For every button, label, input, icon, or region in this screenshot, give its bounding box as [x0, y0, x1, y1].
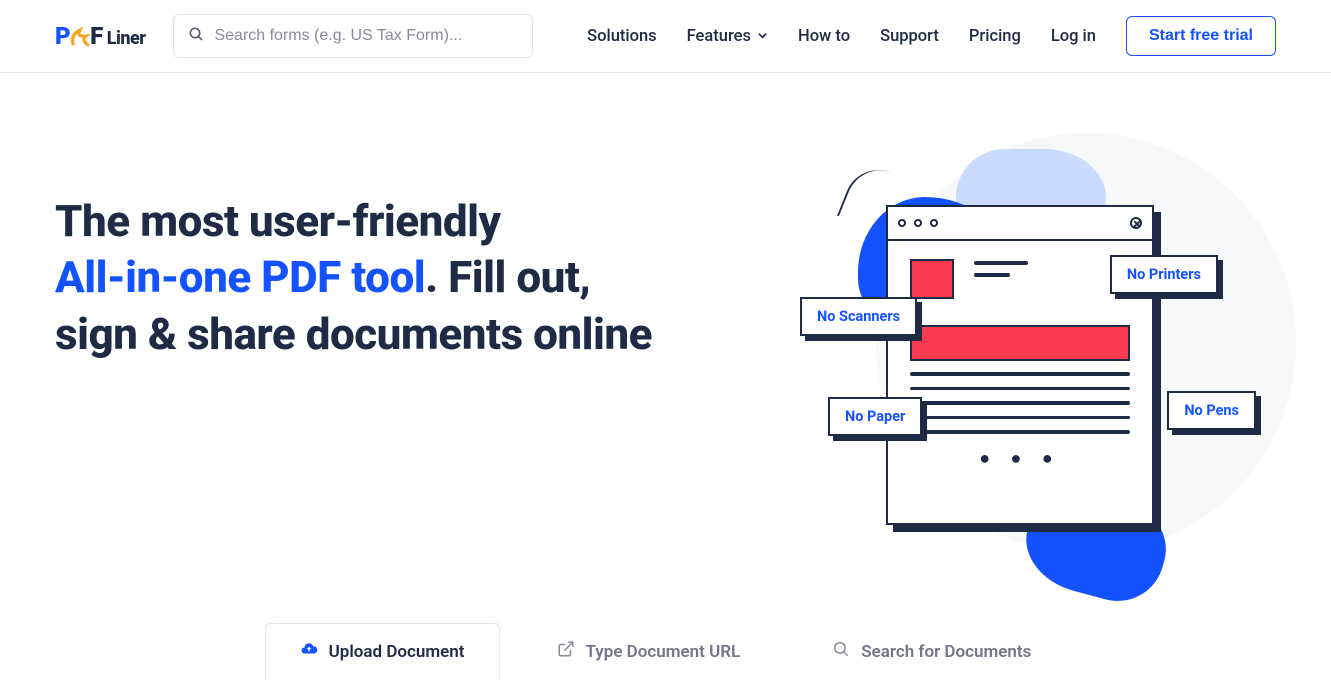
action-tabs: Upload Document Type Document URL Search…: [0, 623, 1331, 690]
tab-upload-label: Upload Document: [329, 642, 465, 662]
close-icon: [1130, 217, 1142, 229]
doc-line: [910, 416, 1130, 420]
doc-window-bar: [888, 207, 1152, 241]
main-nav: Solutions Features How to Support Pricin…: [587, 16, 1276, 56]
label-no-scanners: No Scanners: [800, 297, 917, 336]
external-link-icon: [557, 640, 575, 663]
logo-liner-text: Liner: [107, 28, 146, 49]
window-dot: [930, 219, 938, 227]
nav-pricing[interactable]: Pricing: [969, 27, 1021, 46]
doc-line: [910, 387, 1130, 391]
label-no-printers: No Printers: [1110, 255, 1218, 294]
nav-features-label: Features: [687, 27, 751, 46]
logo-swirl-icon: [70, 25, 90, 45]
pagination-dots: ● ● ●: [910, 454, 1130, 463]
label-no-pens: No Pens: [1167, 391, 1256, 430]
hero-copy: The most user-friendly All-in-one PDF to…: [55, 163, 806, 362]
window-dot: [898, 219, 906, 227]
doc-line: [910, 372, 1130, 376]
header: P F Liner Solutions Features How to Supp…: [0, 0, 1331, 73]
tab-search-documents[interactable]: Search for Documents: [797, 623, 1066, 680]
logo-letter-f: F: [90, 22, 103, 50]
red-bar: [910, 325, 1130, 361]
cloud-upload-icon: [300, 640, 318, 663]
search-icon: [188, 26, 204, 46]
document-illustration: ● ● ●: [886, 205, 1154, 525]
logo[interactable]: P F Liner: [55, 22, 145, 50]
hero-line1: The most user-friendly: [55, 195, 500, 247]
nav-solutions[interactable]: Solutions: [587, 27, 656, 46]
nav-support[interactable]: Support: [880, 27, 939, 46]
doc-line: [910, 430, 1130, 434]
nav-login[interactable]: Log in: [1051, 27, 1096, 46]
start-free-trial-button[interactable]: Start free trial: [1126, 16, 1276, 56]
hero-highlight: All-in-one PDF tool: [55, 251, 425, 303]
tab-search-label: Search for Documents: [861, 642, 1031, 662]
tab-type-url[interactable]: Type Document URL: [522, 623, 776, 680]
tab-url-label: Type Document URL: [586, 642, 741, 662]
search-input[interactable]: [214, 27, 518, 45]
tab-upload-document[interactable]: Upload Document: [265, 623, 500, 680]
red-square: [910, 259, 954, 299]
text-lines: [974, 261, 1028, 285]
hero-title: The most user-friendly All-in-one PDF to…: [55, 193, 806, 362]
search-box[interactable]: [173, 14, 533, 58]
window-dot: [914, 219, 922, 227]
chevron-down-icon: [757, 27, 768, 46]
hero-illustration: ● ● ● No Scanners No Printers No Paper N…: [806, 163, 1276, 583]
label-no-paper: No Paper: [828, 397, 922, 436]
hero-line2a: . Fill out,: [425, 251, 590, 303]
nav-features[interactable]: Features: [687, 27, 768, 46]
hero-section: The most user-friendly All-in-one PDF to…: [0, 73, 1331, 603]
nav-howto[interactable]: How to: [798, 27, 850, 46]
hero-line3: sign & share documents online: [55, 308, 652, 360]
logo-letter-p: P: [55, 22, 70, 50]
doc-line: [910, 401, 1130, 405]
search-icon: [832, 640, 850, 663]
